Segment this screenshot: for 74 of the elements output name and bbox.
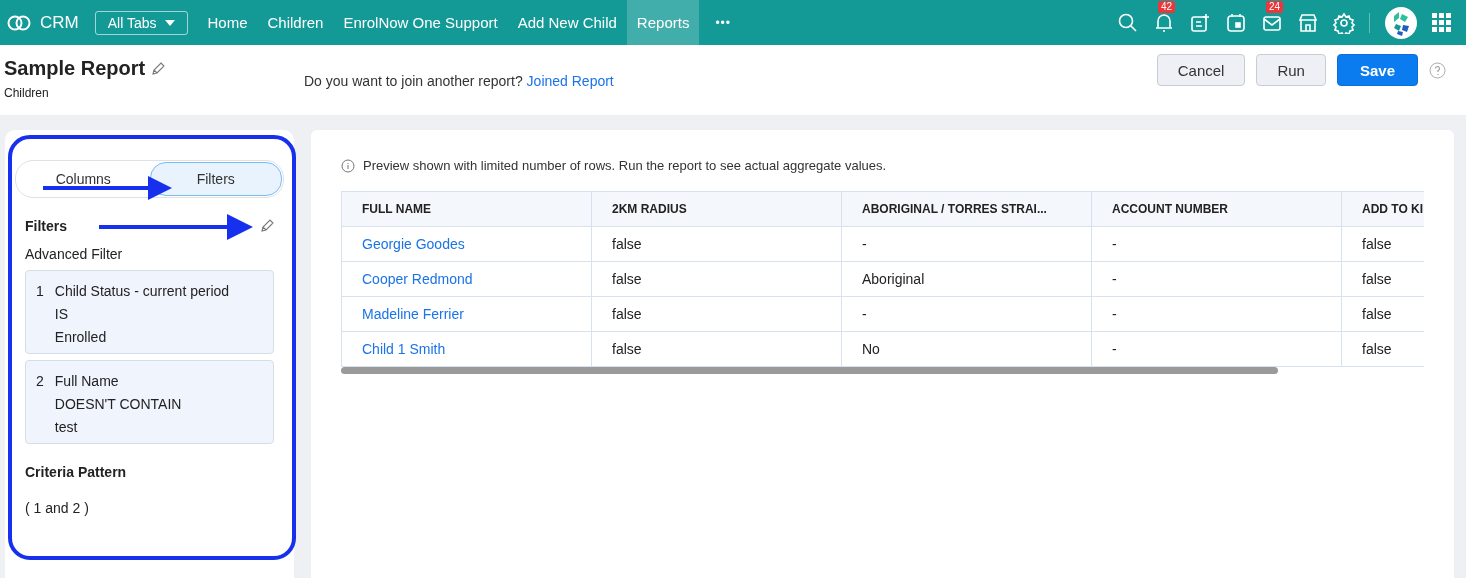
table-cell: No [842, 332, 1092, 366]
filter-field: Full Name [54, 373, 182, 389]
join-prompt: Do you want to join another report? [304, 73, 523, 89]
table-cell: - [1092, 297, 1342, 331]
criteria-pattern: ( 1 and 2 ) [25, 500, 90, 516]
logo-icon [6, 13, 32, 32]
filter-card[interactable]: 1 Child Status - current period IS Enrolled [25, 270, 274, 354]
pencil-icon[interactable] [151, 61, 166, 76]
criteria-label: Criteria Pattern [25, 464, 128, 480]
nav-tab[interactable]: Reports [626, 0, 700, 45]
table-cell: - [1092, 227, 1342, 261]
filter-operator: IS [54, 306, 70, 322]
table-cell: false [592, 227, 842, 261]
record-link[interactable]: Madeline Ferrier [342, 297, 592, 331]
pencil-icon[interactable] [260, 219, 274, 233]
count-badge: 42 [1158, 0, 1176, 13]
filter-type: Advanced Filter [25, 246, 124, 262]
caret-icon [164, 19, 175, 26]
nav-tab[interactable]: Home [197, 0, 258, 45]
column-header[interactable]: ACCOUNT NUMBER [1092, 192, 1342, 226]
column-header[interactable]: ADD TO KI [1342, 192, 1424, 226]
report-module: Children [4, 86, 50, 100]
table-cell: - [842, 297, 1092, 331]
app-name: CRM [40, 12, 79, 33]
filter-number: 1 [36, 283, 44, 301]
bell-icon[interactable] [1153, 11, 1175, 34]
search-icon[interactable] [1117, 11, 1139, 34]
nav-tab[interactable]: Children [257, 0, 334, 45]
store-icon[interactable] [1297, 11, 1319, 34]
table-cell-text: false [1361, 305, 1393, 324]
count-badge: 24 [1266, 0, 1284, 13]
record-link[interactable]: Georgie Goodes [342, 227, 592, 261]
more-tabs-button[interactable]: ••• [699, 0, 747, 45]
secondary-button[interactable]: Run [1256, 54, 1326, 86]
table-cell: - [1092, 262, 1342, 296]
all-tabs-dropdown[interactable]: All Tabs [94, 10, 188, 35]
table-cell: - [842, 227, 1092, 261]
filter-operator: DOESN'T CONTAIN [54, 396, 182, 412]
segment-tab[interactable]: Columns [17, 162, 150, 196]
table-cell: false [592, 297, 842, 331]
table-cell: Aboriginal [842, 262, 1092, 296]
column-header[interactable]: ABORIGINAL / TORRES STRAI... [842, 192, 1092, 226]
nav-tab[interactable]: Add New Child [507, 0, 627, 45]
filter-value: test [54, 419, 79, 435]
info-icon [341, 158, 355, 173]
calendar-icon[interactable] [1225, 11, 1247, 34]
settings-icon[interactable] [1333, 11, 1355, 34]
note-add-icon[interactable] [1189, 11, 1211, 34]
avatar-icon[interactable] [1384, 5, 1418, 40]
report-title: Sample Report [4, 57, 146, 80]
nav-tab[interactable]: EnrolNow One Support [333, 0, 508, 45]
column-header[interactable]: 2KM RADIUS [592, 192, 842, 226]
preview-note: Preview shown with limited number of rows. Run the report to see actual aggregate values. [363, 158, 887, 173]
table-cell: false [592, 262, 842, 296]
filter-number: 2 [36, 373, 44, 391]
apps-grid-icon[interactable] [1432, 12, 1452, 33]
horizontal-scrollbar[interactable] [341, 367, 1278, 374]
record-link[interactable]: Child 1 Smith [342, 332, 592, 366]
primary-button[interactable]: Save [1336, 54, 1418, 86]
joined-report-link[interactable]: Joined Report [526, 73, 614, 89]
record-link[interactable]: Cooper Redmond [342, 262, 592, 296]
filter-value: Enrolled [54, 329, 108, 345]
secondary-button[interactable]: Cancel [1156, 54, 1246, 86]
help-icon[interactable] [1429, 61, 1446, 79]
filter-card[interactable]: 2 Full Name DOESN'T CONTAIN test [25, 360, 274, 444]
section-heading: Filters [25, 218, 67, 234]
filter-field: Child Status - current period [54, 283, 230, 299]
column-header[interactable]: FULL NAME [342, 192, 592, 226]
table-cell-text: false [1361, 235, 1393, 254]
segment-tab[interactable]: Filters [149, 162, 282, 196]
table-cell: - [1092, 332, 1342, 366]
table-cell: false [592, 332, 842, 366]
table-cell-text: false [1361, 340, 1393, 359]
table-cell-text: false [1361, 270, 1393, 289]
